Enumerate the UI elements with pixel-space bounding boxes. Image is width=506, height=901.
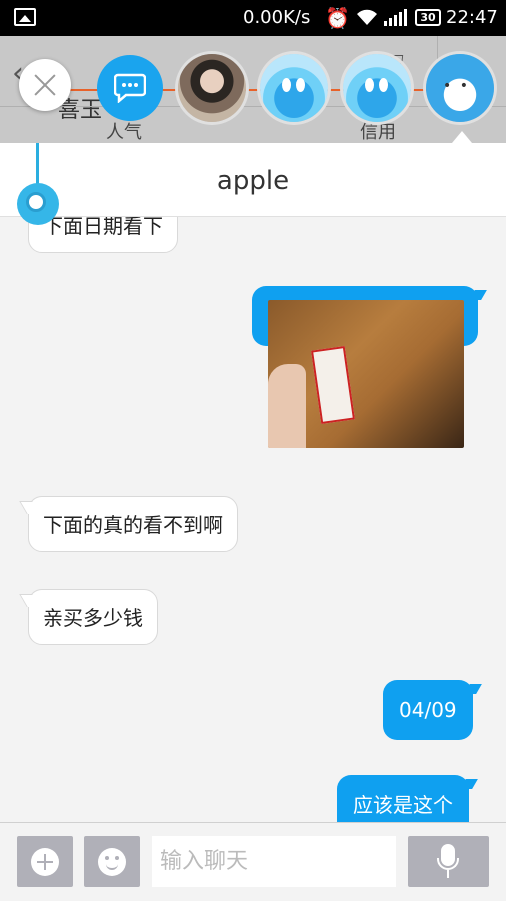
message-outgoing: 04/09	[383, 680, 473, 740]
header-line	[0, 106, 506, 107]
status-bar: 0.00K/s ⏰ 30 22:47	[0, 0, 506, 36]
gallery-icon	[14, 8, 36, 26]
close-button[interactable]	[19, 59, 71, 111]
chat-input[interactable]	[152, 836, 396, 887]
message-incoming: 下面日期看下	[28, 217, 178, 253]
photo-finger	[268, 364, 306, 448]
input-bar	[0, 822, 506, 901]
signal-icon	[384, 9, 408, 31]
chat-message-list[interactable]: 下面日期看下 下面的真的看不到啊 亲买多少钱 04/09 应该是这个	[0, 217, 506, 822]
chat-head-avatar-blob-1[interactable]	[260, 54, 328, 122]
message-outgoing: 应该是这个	[337, 775, 469, 822]
voice-button[interactable]	[408, 836, 489, 887]
plus-icon	[31, 848, 59, 876]
battery-indicator: 30	[415, 9, 441, 26]
chat-head-avatar-photo[interactable]	[178, 54, 246, 122]
smiley-icon	[98, 848, 126, 876]
alarm-icon: ⏰	[325, 6, 350, 30]
wifi-icon	[356, 8, 378, 31]
shoe-tag-photo	[311, 345, 355, 425]
net-speed: 0.00K/s	[243, 7, 311, 28]
emoji-button[interactable]	[84, 836, 140, 887]
ring-cord	[36, 143, 39, 185]
message-incoming: 亲买多少钱	[28, 589, 158, 645]
chat-contact-title: apple	[0, 143, 506, 217]
microphone-base	[447, 870, 449, 878]
message-chat-head[interactable]	[97, 55, 163, 121]
message-bubble-icon	[114, 73, 146, 103]
chat-head-avatar-blob-2[interactable]	[343, 54, 411, 122]
chat-head-avatar-active[interactable]	[426, 54, 494, 122]
add-button[interactable]	[17, 836, 73, 887]
status-time: 22:47	[446, 7, 498, 28]
drag-ring-handle[interactable]	[17, 183, 59, 225]
tab-popularity[interactable]: 人气	[106, 118, 142, 144]
message-incoming: 下面的真的看不到啊	[28, 496, 238, 552]
message-outgoing-image[interactable]	[252, 286, 478, 448]
active-head-pointer	[452, 131, 472, 143]
microphone-stand	[437, 858, 459, 870]
message-image[interactable]	[268, 300, 464, 448]
